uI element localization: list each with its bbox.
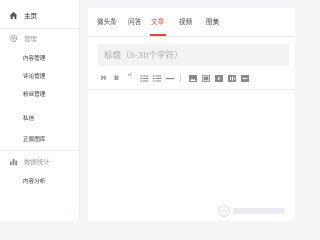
sidebar-group-manage[interactable]: 管理 xyxy=(0,29,79,47)
title-placeholder: 标题（5-30个字符） xyxy=(104,51,183,61)
editor-body[interactable] xyxy=(98,93,289,213)
sidebar-group-label: 数据统计 xyxy=(24,158,50,166)
divider xyxy=(88,89,295,90)
tab-video[interactable]: 视频 xyxy=(179,16,192,26)
watermark-logo xyxy=(218,205,285,217)
title-input[interactable]: 标题（5-30个字符） xyxy=(98,44,289,66)
tab-qa[interactable]: 问答 xyxy=(128,16,141,26)
audio-icon[interactable] xyxy=(226,72,237,84)
sidebar-group-stats[interactable]: 数据统计 xyxy=(0,152,79,170)
tab-gallery[interactable]: 图集 xyxy=(206,16,219,26)
link-icon[interactable] xyxy=(239,72,250,84)
sidebar-item-content-manage[interactable]: 内容管理 xyxy=(23,53,45,65)
sidebar: 主页 管理 内容管理 评论管理 粉丝管理 私信 正版图库 数据统计 内容分析 xyxy=(0,0,80,221)
editor-toolbar: H B “ xyxy=(98,71,289,87)
numbered-list-icon[interactable] xyxy=(151,72,162,84)
sidebar-item-home[interactable]: 主页 xyxy=(0,6,79,24)
bar-chart-icon xyxy=(8,156,18,166)
active-tab-indicator xyxy=(150,34,166,36)
horizontal-rule-icon[interactable] xyxy=(164,72,175,84)
sidebar-group-label: 管理 xyxy=(24,35,37,43)
article-editor: 标题（5-30个字符） H B “ xyxy=(88,37,295,221)
toolbar-separator xyxy=(180,74,181,82)
divider xyxy=(0,150,79,151)
app-window: 主页 管理 内容管理 评论管理 粉丝管理 私信 正版图库 数据统计 内容分析 微… xyxy=(0,0,295,221)
tab-micro-headline[interactable]: 微头条 xyxy=(97,16,117,26)
heading-icon[interactable]: H xyxy=(98,72,109,84)
sidebar-item-gallery[interactable]: 正版图库 xyxy=(23,134,45,146)
bullet-list-icon[interactable] xyxy=(138,72,149,84)
sidebar-item-content-analysis[interactable]: 内容分析 xyxy=(23,176,45,188)
bold-icon[interactable]: B xyxy=(111,72,122,84)
sidebar-item-messages[interactable]: 私信 xyxy=(23,113,34,125)
publish-tabs: 微头条 问答 文章 视频 图集 xyxy=(88,8,295,37)
home-icon xyxy=(8,10,18,20)
video-icon[interactable] xyxy=(213,72,224,84)
quote-icon[interactable]: “ xyxy=(124,72,135,84)
sidebar-item-comment-manage[interactable]: 评论管理 xyxy=(23,71,45,83)
gear-icon xyxy=(8,33,18,43)
main-content: 微头条 问答 文章 视频 图集 标题（5-30个字符） H B “ xyxy=(80,0,295,221)
image-icon[interactable] xyxy=(187,72,198,84)
tab-article[interactable]: 文章 xyxy=(151,16,164,26)
sidebar-item-fans-manage[interactable]: 粉丝管理 xyxy=(23,89,45,101)
sidebar-item-label: 主页 xyxy=(24,12,37,20)
gallery-icon[interactable] xyxy=(200,72,211,84)
